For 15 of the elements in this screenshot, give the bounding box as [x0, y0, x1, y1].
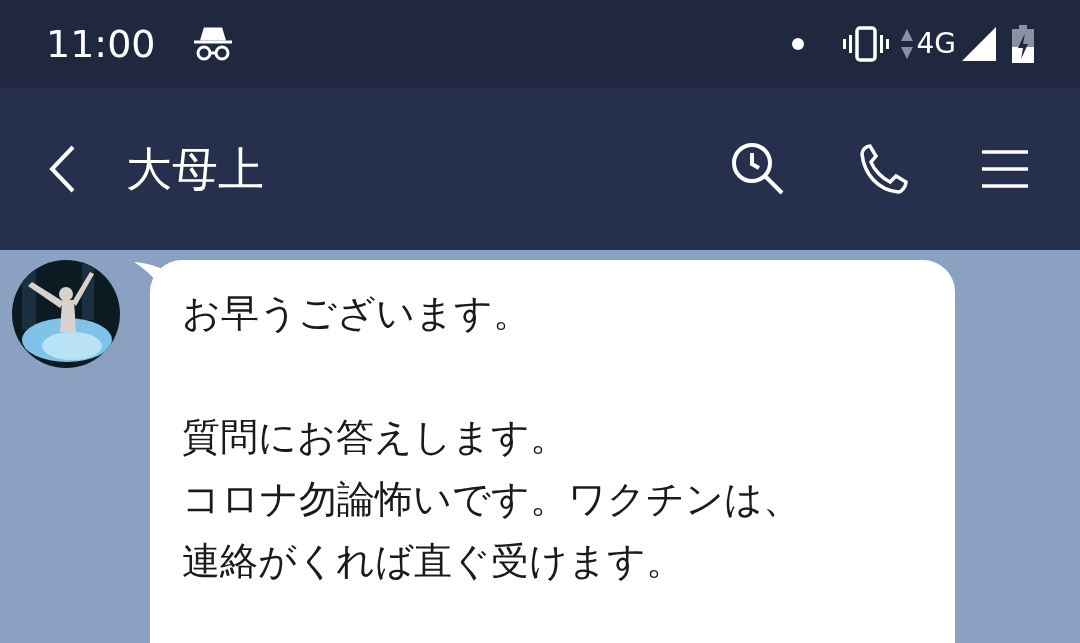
notification-dot-icon: [792, 38, 805, 50]
signal-icon: [962, 27, 996, 61]
battery-icon: [1012, 25, 1034, 63]
search-button[interactable]: [730, 141, 786, 197]
status-time: 11:00: [46, 20, 156, 68]
incognito-icon: [191, 27, 234, 61]
vibrate-icon: [842, 26, 891, 62]
network-type: 4G: [916, 26, 956, 62]
message-line: コロナ勿論怖いです。ワクチンは、: [182, 476, 802, 523]
chat-title: 大母上: [126, 140, 264, 198]
message-line: お早うございます。: [182, 290, 532, 337]
data-arrows-icon: [900, 27, 915, 61]
message-line: 連絡がくれば直ぐ受けます。: [182, 538, 685, 585]
menu-button[interactable]: [982, 149, 1028, 189]
message-line: 質問にお答えします。: [182, 414, 569, 461]
